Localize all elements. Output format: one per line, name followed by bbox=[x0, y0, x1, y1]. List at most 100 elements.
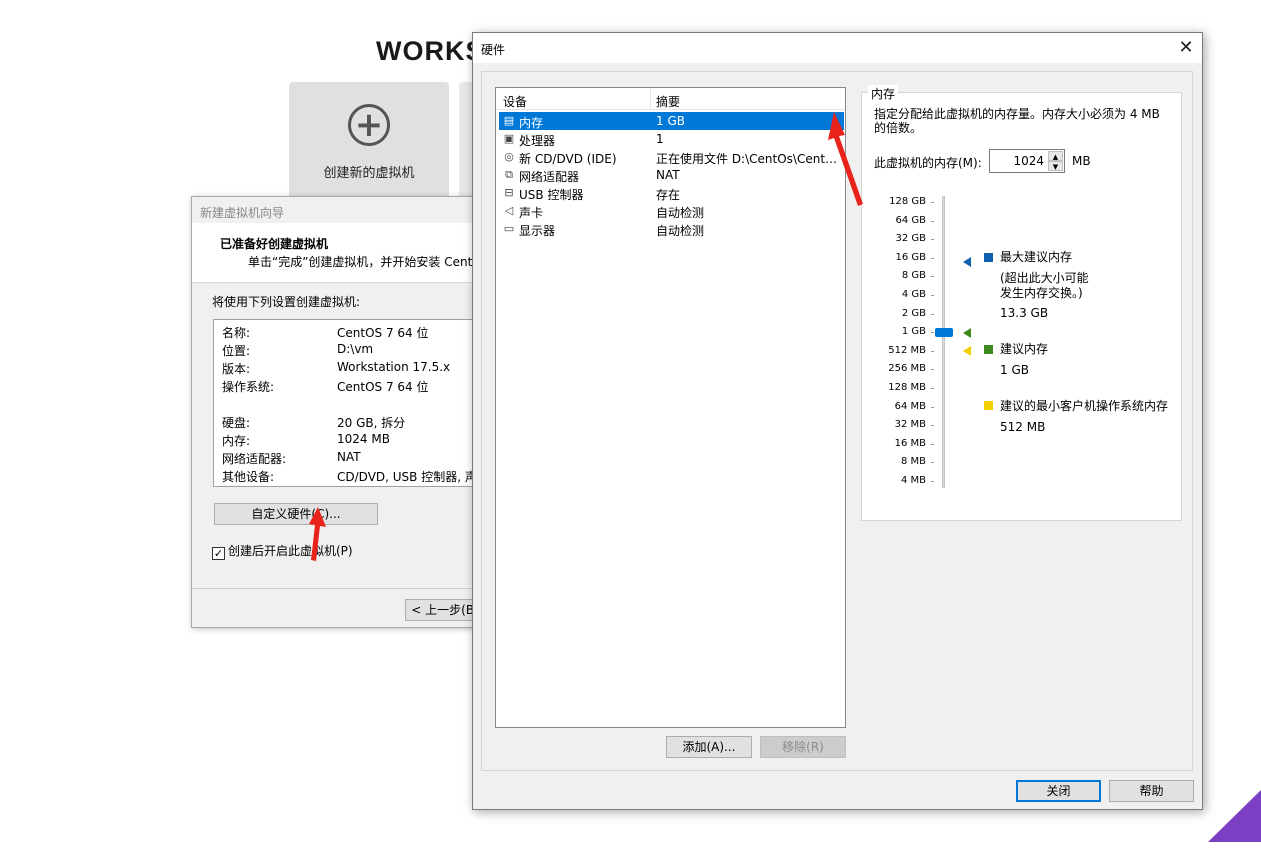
memory-scale-tick: 64 GB bbox=[895, 214, 926, 226]
power-on-checkbox[interactable]: ✓ 创建后开启此虚拟机(P) bbox=[212, 542, 353, 560]
spin-down-icon[interactable]: ▼ bbox=[1048, 161, 1063, 171]
max-recommended-value: 13.3 GB bbox=[1000, 306, 1049, 320]
wizard-footer-divider bbox=[192, 588, 492, 589]
remove-device-button[interactable]: 移除(R) bbox=[760, 736, 846, 758]
memory-scale-tick: 8 GB bbox=[901, 270, 926, 282]
memory-scale-tick: 4 GB bbox=[901, 289, 926, 300]
corner-decoration bbox=[1208, 790, 1261, 842]
memory-scale-tick: 32 GB bbox=[895, 233, 926, 245]
column-summary[interactable]: 摘要 bbox=[656, 93, 680, 110]
memory-size-stepper[interactable]: 1024 ▲ ▼ bbox=[989, 149, 1065, 173]
sound-card-icon: ◁ bbox=[504, 204, 514, 217]
memory-scale-dash bbox=[931, 481, 934, 482]
memory-scale: 128 GB 64 GB 32 GB 16 GB 8 GB 4 GB 2 GB 1 GB 512… bbox=[868, 196, 934, 496]
device-name: 新 CD/DVD (IDE) bbox=[519, 152, 617, 166]
memory-scale-tick: 1 GB bbox=[901, 326, 926, 338]
memory-scale-tick: 8 MB bbox=[900, 456, 926, 468]
summary-row: 版本: Workstation 17.5.x bbox=[222, 360, 451, 376]
device-row-sound[interactable]: ◁ 声卡 自动检测 bbox=[499, 202, 844, 220]
min-recommended-swatch bbox=[984, 401, 993, 410]
summary-row: 网络适配器: NAT bbox=[222, 450, 361, 466]
wizard-subtitle: 单击“完成”创建虚拟机，并开始安装 CentO bbox=[248, 255, 482, 269]
red-annotation-arrow bbox=[309, 507, 326, 561]
close-button[interactable]: 关闭 bbox=[1016, 780, 1101, 802]
hardware-title: 硬件 bbox=[481, 43, 506, 57]
memory-scale-dash bbox=[931, 406, 934, 408]
summary-row: 内存: 1024 MB bbox=[222, 432, 390, 448]
memory-scale-dash bbox=[931, 276, 934, 278]
device-list-header: 设备 摘要 bbox=[496, 88, 845, 110]
memory-scale-dash bbox=[931, 257, 934, 259]
display-icon: ▭ bbox=[503, 222, 515, 235]
memory-size-value[interactable]: 1024 bbox=[1013, 154, 1044, 168]
red-annotation-arrow bbox=[828, 112, 863, 206]
network-adapter-icon: ⧉ bbox=[505, 168, 513, 181]
device-row-cd-dvd[interactable]: ◎ 新 CD/DVD (IDE) 正在使用文件 D:\CentOs\CentOS… bbox=[499, 148, 844, 166]
memory-scale-dash bbox=[931, 202, 934, 203]
device-row-display[interactable]: ▭ 显示器 自动检测 bbox=[499, 220, 844, 238]
device-name: USB 控制器 bbox=[519, 188, 584, 202]
memory-group-label: 内存 bbox=[868, 85, 899, 102]
summary-row: 名称: CentOS 7 64 位 bbox=[222, 326, 429, 340]
device-name: 处理器 bbox=[519, 134, 556, 148]
device-summary: 自动检测 bbox=[656, 224, 705, 238]
new-vm-wizard: 新建虚拟机向导 已准备好创建虚拟机 单击“完成”创建虚拟机，并开始安装 Cent… bbox=[191, 196, 492, 628]
device-summary: 1 bbox=[656, 132, 664, 146]
memory-scale-dash bbox=[931, 313, 934, 315]
device-name: 内存 bbox=[519, 116, 544, 130]
memory-icon: ▤ bbox=[503, 114, 515, 127]
memory-scale-dash bbox=[931, 239, 934, 241]
device-row-processor[interactable]: ▣ 处理器 1 bbox=[499, 130, 844, 148]
device-summary: 自动检测 bbox=[656, 206, 705, 220]
device-list: 设备 摘要 ▤ 内存 1 GB ▣ 处理器 1 ◎ 新 CD/DVD (IDE)… bbox=[495, 87, 846, 728]
summary-row: 硬盘: 20 GB, 拆分 bbox=[222, 416, 406, 430]
help-button[interactable]: 帮助 bbox=[1109, 780, 1194, 802]
max-recommended-marker bbox=[963, 257, 971, 267]
checkbox-checked-icon[interactable]: ✓ bbox=[212, 547, 225, 560]
processor-icon: ▣ bbox=[503, 132, 515, 145]
recommended-swatch bbox=[984, 345, 993, 354]
wizard-settings-summary: 名称: CentOS 7 64 位 位置: D:\vm 版本: Workstation… bbox=[213, 319, 489, 487]
device-summary: 正在使用文件 D:\CentOs\CentOS-7-x86_64-DVD.iso bbox=[656, 152, 842, 166]
max-recommended-title: 最大建议内存 bbox=[1000, 250, 1073, 264]
wizard-title: 新建虚拟机向导 bbox=[200, 206, 285, 220]
close-icon[interactable]: ✕ bbox=[1173, 35, 1199, 61]
wizard-heading: 已准备好创建虚拟机 bbox=[220, 237, 329, 251]
min-recommended-title: 建议的最小客户机操作系统内存 bbox=[1000, 399, 1169, 413]
customize-hardware-button[interactable]: 自定义硬件(C)... bbox=[214, 503, 378, 525]
memory-scale-tick: 16 GB bbox=[895, 251, 926, 263]
plus-icon: + bbox=[348, 104, 390, 146]
memory-slider-thumb[interactable] bbox=[935, 328, 953, 337]
memory-settings-group: 内存 指定分配给此虚拟机的内存量。内存大小必须为 4 MB 的倍数。 此虚拟机的… bbox=[861, 85, 1182, 521]
column-device[interactable]: 设备 bbox=[503, 93, 527, 110]
memory-scale-dash bbox=[931, 443, 934, 445]
memory-scale-dash bbox=[931, 425, 934, 427]
device-summary: 1 GB bbox=[656, 114, 685, 128]
spin-up-icon[interactable]: ▲ bbox=[1048, 151, 1063, 161]
memory-scale-dash bbox=[931, 220, 934, 222]
memory-scale-dash bbox=[931, 295, 934, 296]
memory-scale-dash bbox=[931, 388, 934, 389]
device-summary: NAT bbox=[656, 168, 680, 182]
memory-unit: MB bbox=[1072, 154, 1091, 168]
recommended-marker bbox=[963, 328, 971, 338]
summary-row: 位置: D:\vm bbox=[222, 342, 374, 358]
device-name: 声卡 bbox=[519, 206, 544, 220]
create-vm-tile[interactable]: + 创建新的虚拟机 bbox=[289, 82, 449, 212]
wizard-intro: 将使用下列设置创建虚拟机: bbox=[212, 295, 361, 309]
device-row-usb[interactable]: ⊟ USB 控制器 存在 bbox=[499, 184, 844, 202]
summary-row: 其他设备: CD/DVD, USB 控制器, 声卡 bbox=[222, 470, 489, 484]
device-row-network[interactable]: ⧉ 网络适配器 NAT bbox=[499, 166, 844, 184]
device-name: 网络适配器 bbox=[519, 170, 580, 184]
memory-scale-tick: 2 GB bbox=[901, 307, 926, 319]
memory-slider-track[interactable] bbox=[942, 196, 945, 488]
add-device-button[interactable]: 添加(A)... bbox=[666, 736, 752, 758]
memory-description: 指定分配给此虚拟机的内存量。内存大小必须为 4 MB 的倍数。 bbox=[874, 107, 1160, 135]
power-on-label: 创建后开启此虚拟机(P) bbox=[228, 544, 353, 558]
memory-field-label: 此虚拟机的内存(M): bbox=[874, 156, 982, 170]
memory-scale-tick: 128 MB bbox=[888, 382, 926, 393]
memory-scale-tick: 128 GB bbox=[889, 196, 926, 207]
cd-dvd-icon: ◎ bbox=[504, 150, 514, 163]
device-row-memory[interactable]: ▤ 内存 1 GB bbox=[499, 112, 844, 130]
memory-scale-dash bbox=[931, 350, 934, 352]
